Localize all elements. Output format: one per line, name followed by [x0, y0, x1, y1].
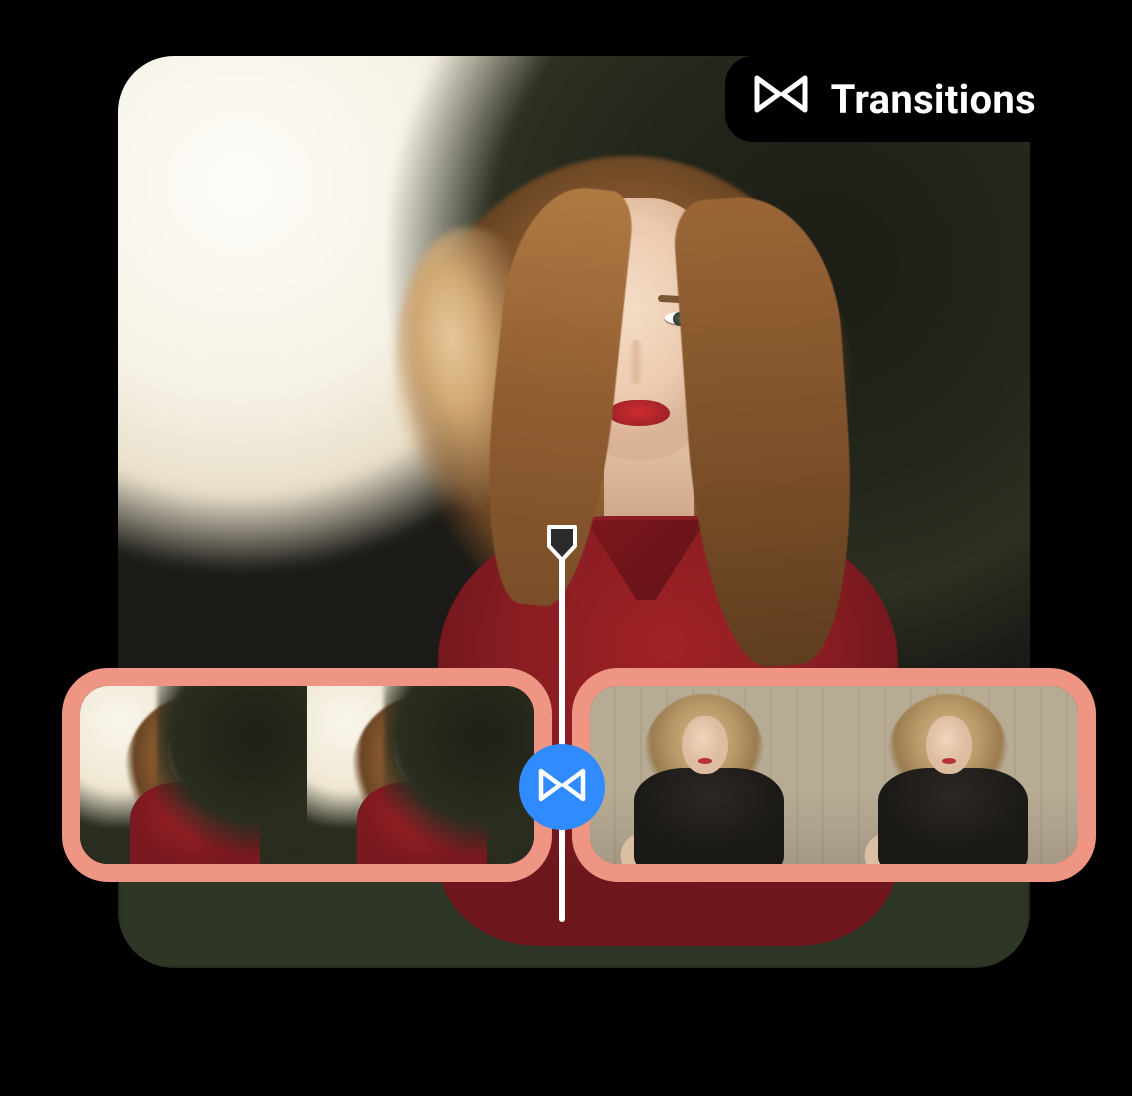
clip-b-thumbnail-2: [834, 686, 1078, 864]
bowtie-transition-icon: [753, 74, 809, 124]
transitions-badge[interactable]: Transitions: [725, 56, 1072, 142]
transition-node[interactable]: [519, 744, 605, 830]
timeline-clip-a[interactable]: [62, 668, 552, 882]
timeline-clip-b[interactable]: [572, 668, 1096, 882]
transitions-badge-label: Transitions: [831, 76, 1036, 123]
clip-a-thumbnail-2: [307, 686, 534, 864]
clip-a-thumbnail-1: [80, 686, 307, 864]
bowtie-transition-icon: [537, 767, 587, 807]
clip-b-thumbnail-1: [590, 686, 834, 864]
